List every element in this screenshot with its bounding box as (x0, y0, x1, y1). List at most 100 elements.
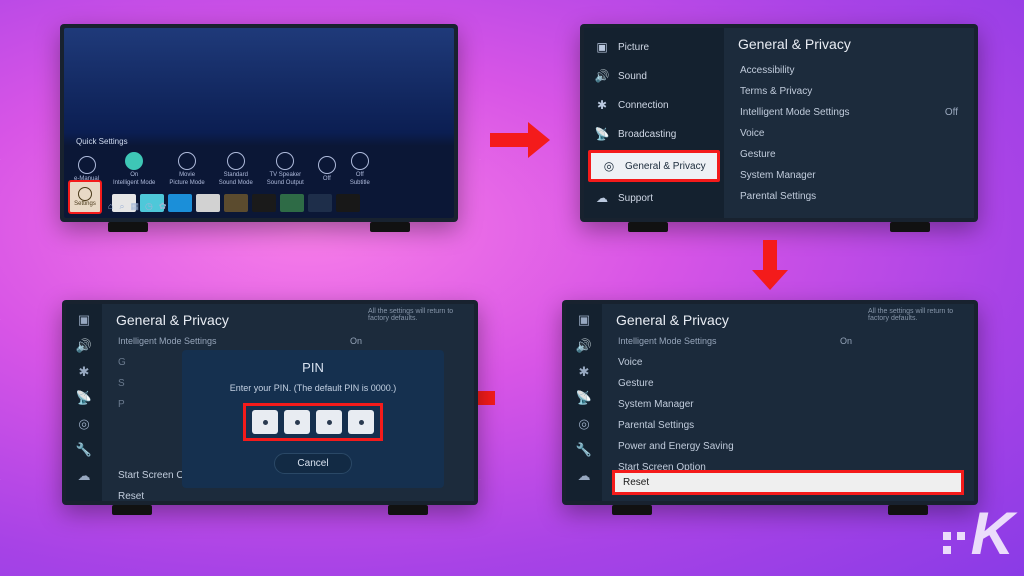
tv-stand (628, 222, 668, 232)
info-panel: All the settings will return to factory … (368, 308, 468, 322)
tv3-screen: ▣ 🔊 ✱ 📡 ◎ 🔧 ☁ General & Privacy Intellig… (566, 304, 974, 501)
menu-item-reset[interactable]: Reset (116, 486, 364, 507)
grid-icon[interactable]: ▦ (130, 201, 139, 212)
app-thumb[interactable] (168, 194, 192, 212)
app-thumb[interactable] (308, 194, 332, 212)
picture-icon[interactable]: ▣ (78, 312, 90, 328)
connection-icon[interactable]: ✱ (79, 364, 90, 380)
sidebar-item-sound[interactable]: 🔊Sound (584, 63, 724, 89)
menu-item-accessibility[interactable]: Accessibility (738, 60, 960, 81)
sidebar-item-connection[interactable]: ✱Connection (584, 92, 724, 118)
pin-input-group (243, 403, 383, 441)
sidebar-item-support[interactable]: ☁Support (584, 185, 724, 211)
menu-item-intelligent-mode[interactable]: Intelligent Mode SettingsOff (738, 102, 960, 123)
menu-item-gesture[interactable]: Gesture (738, 144, 960, 165)
pin-digit-4[interactable] (348, 410, 374, 434)
tv2-screen: ▣Picture 🔊Sound ✱Connection 📡Broadcastin… (584, 28, 974, 218)
screenshot-step-4: ▣ 🔊 ✱ 📡 ◎ 🔧 ☁ General & Privacy Intellig… (62, 300, 478, 505)
broadcasting-icon: 📡 (594, 126, 610, 142)
menu-item-voice[interactable]: Voice (738, 123, 960, 144)
pane-title: General & Privacy (116, 312, 364, 328)
qs-item-sound-mode[interactable]: StandardSound Mode (219, 152, 253, 186)
tv4-screen: ▣ 🔊 ✱ 📡 ◎ 🔧 ☁ General & Privacy Intellig… (66, 304, 474, 501)
support-icon[interactable]: ☁ (578, 468, 591, 484)
connection-icon: ✱ (594, 97, 610, 113)
general-icon[interactable]: ◎ (78, 416, 89, 432)
qs-item-off-1[interactable]: Off (318, 156, 336, 182)
sound-icon: 🔊 (594, 68, 610, 84)
menu-item-parental[interactable]: Parental Settings (738, 186, 960, 207)
pin-digit-3[interactable] (316, 410, 342, 434)
watermark-letter: K (971, 499, 1010, 568)
screenshot-step-1: Quick Settings e-Manual OnIntelligent Mo… (60, 24, 458, 222)
menu-item-system-manager[interactable]: System Manager (616, 394, 854, 415)
qs-item-picture-mode[interactable]: MoviePicture Mode (169, 152, 204, 186)
settings-sidebar: ▣Picture 🔊Sound ✱Connection 📡Broadcastin… (584, 28, 724, 218)
pin-digit-1[interactable] (252, 410, 278, 434)
screenshot-step-3: ▣ 🔊 ✱ 📡 ◎ 🔧 ☁ General & Privacy Intellig… (562, 300, 978, 505)
dot-icon (263, 420, 268, 425)
support-icon[interactable]: ☁ (78, 468, 91, 484)
subhead-intelligent-mode[interactable]: Intelligent Mode SettingsOn (618, 336, 852, 346)
settings-main-pane: General & Privacy Intelligent Mode Setti… (102, 304, 474, 501)
tv-stand (888, 505, 928, 515)
qs-item-intelligent-mode[interactable]: OnIntelligent Mode (113, 152, 155, 186)
sound-icon[interactable]: 🔊 (76, 338, 92, 354)
settings-main-pane: General & Privacy Accessibility Terms & … (724, 28, 974, 218)
tv-stand (890, 222, 930, 232)
broadcasting-icon[interactable]: 📡 (576, 390, 592, 406)
gear-icon[interactable]: ✿ (159, 201, 167, 212)
menu-item-parental[interactable]: Parental Settings (616, 415, 854, 436)
qs-item-sound-output[interactable]: TV SpeakerSound Output (267, 152, 304, 186)
tv-stand (112, 505, 152, 515)
menu-item-gesture[interactable]: Gesture (616, 373, 854, 394)
app-thumb[interactable] (336, 194, 360, 212)
dot-icon (327, 420, 332, 425)
settings-tile[interactable]: Settings (68, 180, 102, 214)
settings-main-pane: General & Privacy Intelligent Mode Setti… (602, 304, 974, 501)
home-icon[interactable]: ⌂ (108, 201, 113, 212)
pin-dialog-hint: Enter your PIN. (The default PIN is 0000… (196, 383, 430, 393)
general-icon[interactable]: ◎ (578, 416, 589, 432)
app-thumb[interactable] (224, 194, 248, 212)
screenshot-step-2: ▣Picture 🔊Sound ✱Connection 📡Broadcastin… (580, 24, 978, 222)
quick-settings-row: e-Manual OnIntelligent Mode MoviePicture… (70, 150, 448, 188)
pane-title: General & Privacy (616, 312, 854, 328)
dot-icon (359, 420, 364, 425)
menu-item-power-energy[interactable]: Power and Energy Saving (616, 436, 854, 457)
picture-icon[interactable]: ▣ (578, 312, 590, 328)
menu-item-voice[interactable]: Voice (616, 352, 854, 373)
picture-icon: ▣ (594, 39, 610, 55)
broadcasting-icon[interactable]: 📡 (76, 390, 92, 406)
tv-stand (370, 222, 410, 232)
qs-item-subtitle[interactable]: OffSubtitle (350, 152, 370, 186)
app-thumb[interactable] (280, 194, 304, 212)
tv1-screen: Quick Settings e-Manual OnIntelligent Mo… (64, 28, 454, 218)
search-icon[interactable]: ⌕ (119, 201, 124, 212)
sidebar-item-broadcasting[interactable]: 📡Broadcasting (584, 121, 724, 147)
menu-item-system-manager[interactable]: System Manager (738, 165, 960, 186)
wrench-icon[interactable]: 🔧 (576, 442, 592, 458)
watermark: K (943, 499, 1010, 568)
clock-icon[interactable]: ◷ (145, 201, 153, 212)
connection-icon[interactable]: ✱ (579, 364, 590, 380)
app-thumb[interactable] (252, 194, 276, 212)
wrench-icon[interactable]: 🔧 (76, 442, 92, 458)
tv-stand (612, 505, 652, 515)
watermark-dots-icon (943, 532, 965, 554)
sidebar-item-picture[interactable]: ▣Picture (584, 34, 724, 60)
menu-item-reset[interactable]: Reset (612, 470, 964, 495)
pane-title: General & Privacy (738, 36, 960, 52)
menu-item-terms[interactable]: Terms & Privacy (738, 81, 960, 102)
general-icon: ◎ (601, 158, 617, 174)
cancel-button[interactable]: Cancel (274, 453, 351, 474)
pin-dialog: PIN Enter your PIN. (The default PIN is … (182, 350, 444, 488)
support-icon: ☁ (594, 190, 610, 206)
info-panel: All the settings will return to factory … (868, 308, 968, 322)
sound-icon[interactable]: 🔊 (576, 338, 592, 354)
settings-icon-strip: ▣ 🔊 ✱ 📡 ◎ 🔧 ☁ (66, 304, 102, 501)
app-thumb[interactable] (196, 194, 220, 212)
sidebar-item-general-privacy[interactable]: ◎General & Privacy (588, 150, 720, 182)
pin-digit-2[interactable] (284, 410, 310, 434)
qs-item-emanual[interactable]: e-Manual (74, 156, 99, 182)
